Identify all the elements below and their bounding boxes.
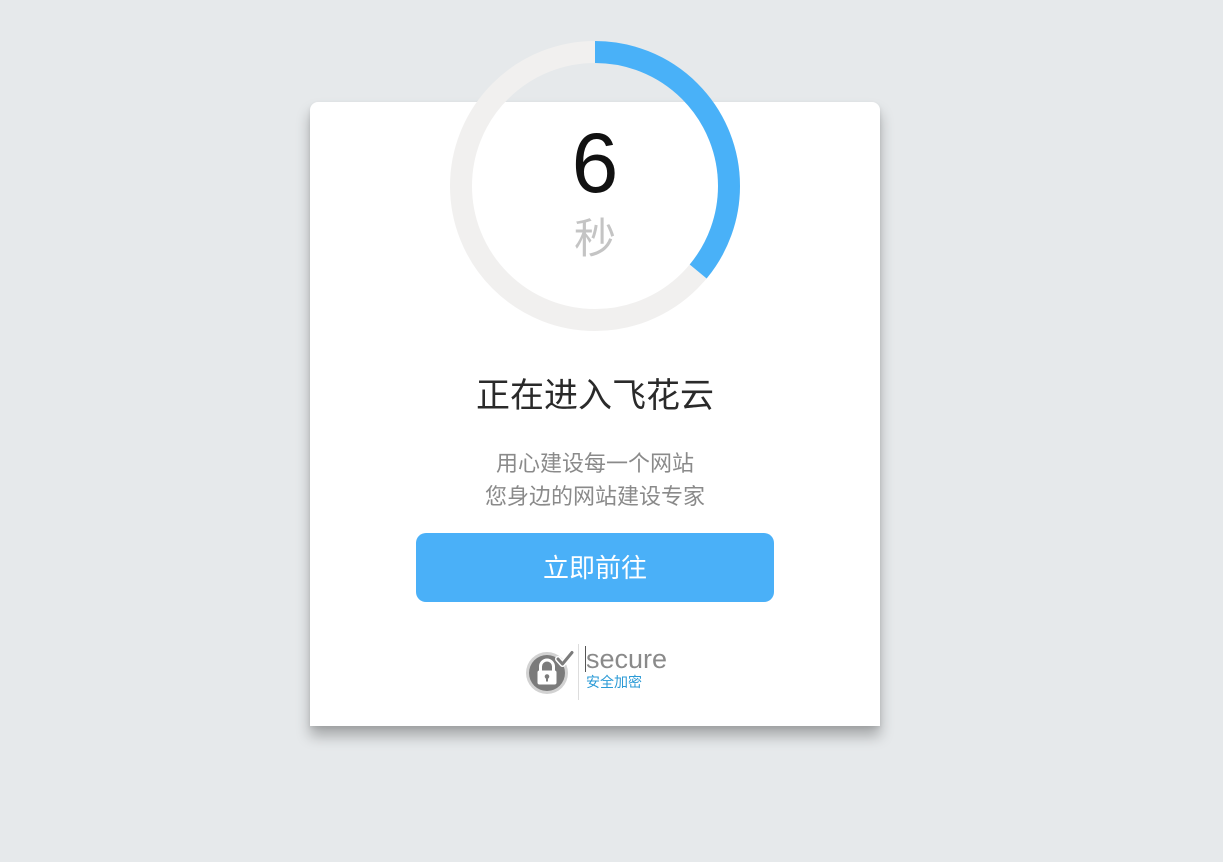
secure-label: secure — [586, 644, 668, 674]
secure-divider — [578, 644, 579, 700]
go-now-button[interactable]: 立即前往 — [416, 533, 774, 602]
secure-label-cn: 安全加密 — [586, 675, 642, 691]
subtitle-line-1: 用心建设每一个网站 — [495, 452, 694, 477]
countdown-ring: 6 秒 — [449, 40, 741, 332]
subtitle-line-2: 您身边的网站建设专家 — [484, 485, 705, 510]
lock-check-icon — [526, 649, 575, 694]
countdown-unit: 秒 — [573, 214, 616, 263]
page-title: 正在进入飞花云 — [476, 376, 714, 416]
countdown-number: 6 — [571, 116, 619, 210]
secure-badge: secure 安全加密 — [525, 642, 685, 700]
